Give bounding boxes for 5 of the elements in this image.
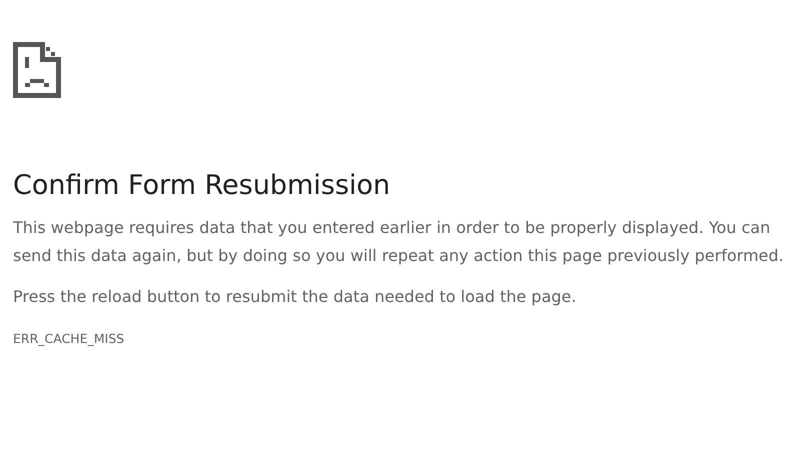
sad-page-icon <box>13 42 61 98</box>
message-paragraph: Press the reload button to resubmit the data needed to load the page. <box>13 286 578 308</box>
error-code: ERR_CACHE_MISS <box>13 330 124 346</box>
page-heading: Confirm Form Resubmission <box>13 169 392 203</box>
message-paragraph: This webpage requires data that you entered earlier in order to be properly displayed. You can send this data again, but by doing so you will repeat any action this page previously performed. <box>13 217 785 266</box>
